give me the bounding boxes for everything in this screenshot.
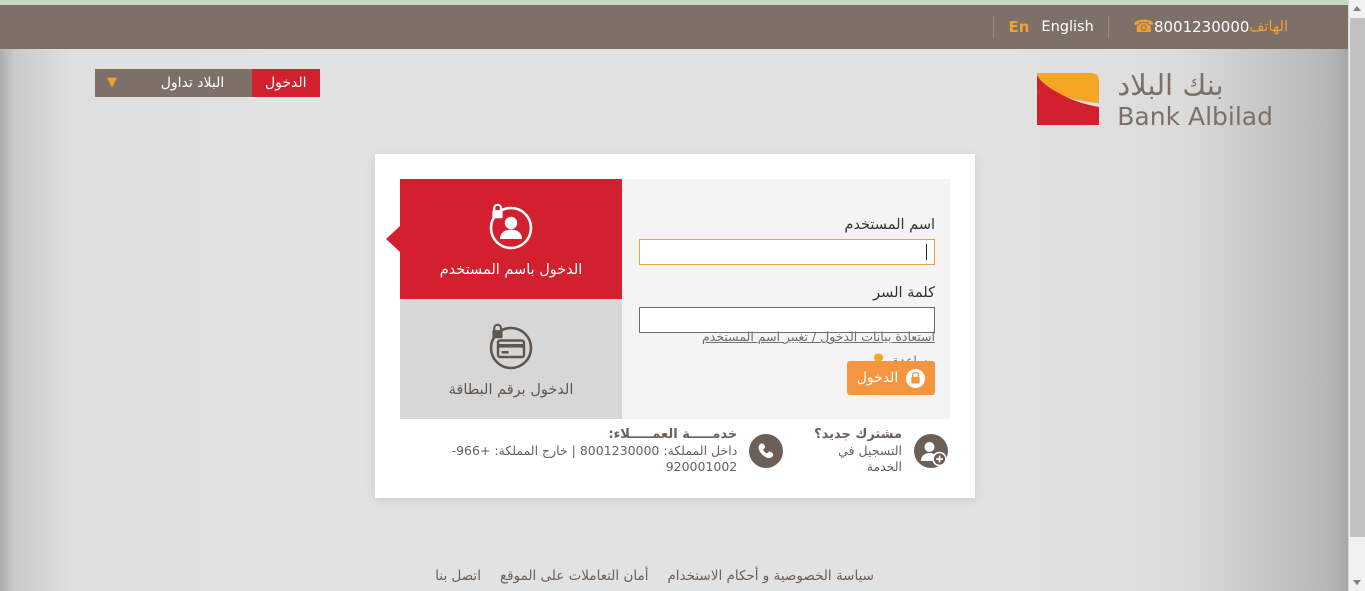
phone-label: الهاتف: [1249, 19, 1288, 35]
tadawul-dropdown-label: البلاد تداول: [160, 75, 225, 91]
page-content: الهاتف 8001230000 ☎ English En الدخول ▼ …: [0, 0, 1348, 591]
active-tab-notch: [386, 226, 400, 252]
header-login-button[interactable]: الدخول: [252, 69, 320, 97]
page-footer: سياسة الخصوصية و أحكام الاستخدام أمان ال…: [0, 560, 1348, 591]
footer-link-security[interactable]: أمان التعاملات على الموقع: [500, 568, 649, 584]
scrollbar-thumb[interactable]: [1350, 18, 1365, 537]
customer-support-text: خدمـــــة العمـــــلاء: داخل المملكة: 80…: [400, 427, 738, 475]
login-submit-button[interactable]: الدخول: [847, 361, 935, 395]
login-card-footer: مشترك جديد؟ التسجيل في الخدمة خدمـــــة …: [400, 426, 950, 476]
login-card-body: اسم المستخدم كلمة السر استعادة بيانات ال…: [386, 179, 950, 419]
footer-links: سياسة الخصوصية و أحكام الاستخدام أمان ال…: [435, 568, 874, 584]
user-lock-icon: [485, 201, 537, 253]
text-caret: [926, 244, 927, 260]
utility-bar: الهاتف 8001230000 ☎ English En: [0, 5, 1348, 49]
browser-viewport: الهاتف 8001230000 ☎ English En الدخول ▼ …: [0, 0, 1365, 591]
utility-divider: [1107, 16, 1109, 38]
phone-icon: ☎: [1132, 17, 1154, 37]
tadawul-dropdown-button[interactable]: ▼ البلاد تداول: [95, 69, 252, 97]
new-subscriber-block[interactable]: مشترك جديد؟ التسجيل في الخدمة: [806, 427, 949, 475]
scroll-down-arrow-icon[interactable]: [1349, 574, 1365, 591]
password-label: كلمة السر: [873, 285, 935, 301]
chevron-down-icon: ▼: [107, 75, 117, 90]
footer-link-privacy[interactable]: سياسة الخصوصية و أحكام الاستخدام: [667, 568, 874, 584]
vertical-scrollbar[interactable]: [1348, 0, 1365, 591]
card-lock-icon: [485, 321, 537, 373]
tab-login-by-username[interactable]: الدخول باسم المستخدم: [386, 179, 622, 299]
bank-albilad-logo[interactable]: بنك البلاد Bank Albilad: [1029, 63, 1273, 135]
phone-info: الهاتف 8001230000 ☎: [1109, 5, 1308, 49]
utility-bar-items: الهاتف 8001230000 ☎ English En: [0, 5, 1308, 49]
customer-support-numbers: داخل المملكة: 8001230000 | خارج المملكة:…: [451, 443, 738, 474]
logo-english-text: Bank Albilad: [1117, 101, 1273, 131]
logo-arabic-text: بنك البلاد: [1117, 67, 1224, 102]
new-subscriber-text: مشترك جديد؟ التسجيل في الخدمة: [806, 427, 902, 475]
username-label: اسم المستخدم: [844, 217, 935, 233]
customer-support-block: خدمـــــة العمـــــلاء: داخل المملكة: 80…: [400, 427, 784, 475]
utility-divider-2: [993, 16, 995, 38]
language-label-english[interactable]: English: [1041, 19, 1093, 35]
login-submit-label: الدخول: [856, 370, 899, 386]
username-input[interactable]: [639, 239, 935, 265]
user-add-icon: [913, 433, 949, 469]
logo-mark-icon: [1029, 63, 1107, 135]
recover-credentials-link[interactable]: استعادة بيانات الدخول / تغيير اسم المستخ…: [702, 329, 935, 344]
login-method-tabs: الدخول باسم المستخدم الدخول برقم البطاقة: [386, 179, 622, 419]
tab-login-by-username-label: الدخول باسم المستخدم: [439, 261, 583, 278]
login-card: اسم المستخدم كلمة السر استعادة بيانات ال…: [375, 154, 975, 498]
new-subscriber-subtitle[interactable]: التسجيل في الخدمة: [806, 443, 902, 475]
language-label-en[interactable]: En: [1008, 18, 1029, 36]
language-switcher[interactable]: English En: [994, 5, 1107, 49]
tab-login-by-card[interactable]: الدخول برقم البطاقة: [400, 299, 622, 419]
lock-icon: [906, 368, 926, 388]
recover-credentials-row: استعادة بيانات الدخول / تغيير اسم المستخ…: [702, 329, 935, 344]
phone-number: 8001230000: [1153, 18, 1250, 36]
logo-wordmark: بنك البلاد Bank Albilad: [1117, 68, 1273, 131]
tab-login-by-card-label: الدخول برقم البطاقة: [448, 381, 574, 398]
login-form-panel: اسم المستخدم كلمة السر استعادة بيانات ال…: [622, 179, 950, 419]
header-nav-buttons: الدخول ▼ البلاد تداول: [95, 69, 320, 97]
footer-link-contact[interactable]: اتصل بنا: [435, 568, 481, 584]
scroll-up-arrow-icon[interactable]: [1349, 0, 1365, 17]
phone-circle-icon: [748, 433, 784, 469]
customer-support-title: خدمـــــة العمـــــلاء:: [608, 427, 738, 442]
new-subscriber-title: مشترك جديد؟: [814, 427, 902, 442]
site-header: الدخول ▼ البلاد تداول بنك البلاد Bank Al…: [0, 49, 1348, 149]
